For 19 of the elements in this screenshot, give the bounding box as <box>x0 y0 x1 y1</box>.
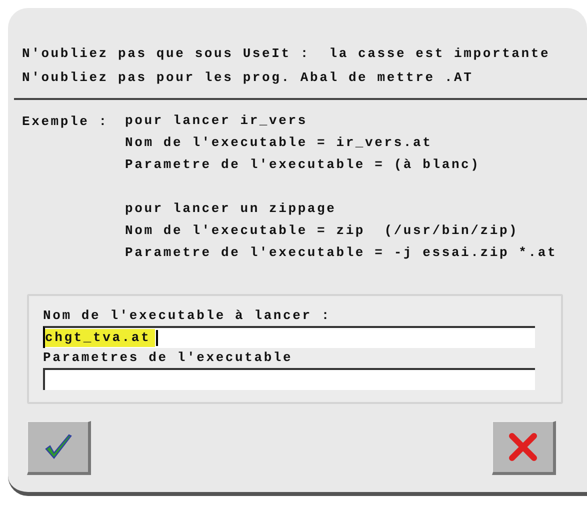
field-label: Nom de l'executable à lancer : <box>43 307 332 325</box>
input-field[interactable] <box>43 368 535 390</box>
notice-text: N'oubliez pas pour les prog. Abal de mettre .AT <box>22 69 474 87</box>
text-cursor <box>156 330 158 346</box>
example-text: Parametre de l'executable = (à blanc) <box>125 156 482 174</box>
input-field[interactable]: chgt_tva.at <box>43 326 535 348</box>
example-text: pour lancer ir_vers <box>125 112 308 130</box>
field-label: Parametres de l'executable <box>43 349 294 367</box>
field-value: chgt_tva.at <box>45 329 155 347</box>
cancel-button[interactable] <box>492 421 556 475</box>
example-text: pour lancer un zippage <box>125 200 338 218</box>
example-text: Nom de l'executable = ir_vers.at <box>125 134 434 152</box>
checkmark-icon <box>43 433 73 461</box>
example-label: Exemple : <box>22 113 110 131</box>
example-text: Parametre de l'executable = -j essai.zip *.at <box>125 244 558 262</box>
ok-button[interactable] <box>27 421 91 475</box>
notice-text: N'oubliez pas que sous UseIt : la casse est importante <box>22 45 552 63</box>
close-icon <box>509 433 537 461</box>
example-text: Nom de l'executable = zip (/usr/bin/zip) <box>125 222 520 240</box>
